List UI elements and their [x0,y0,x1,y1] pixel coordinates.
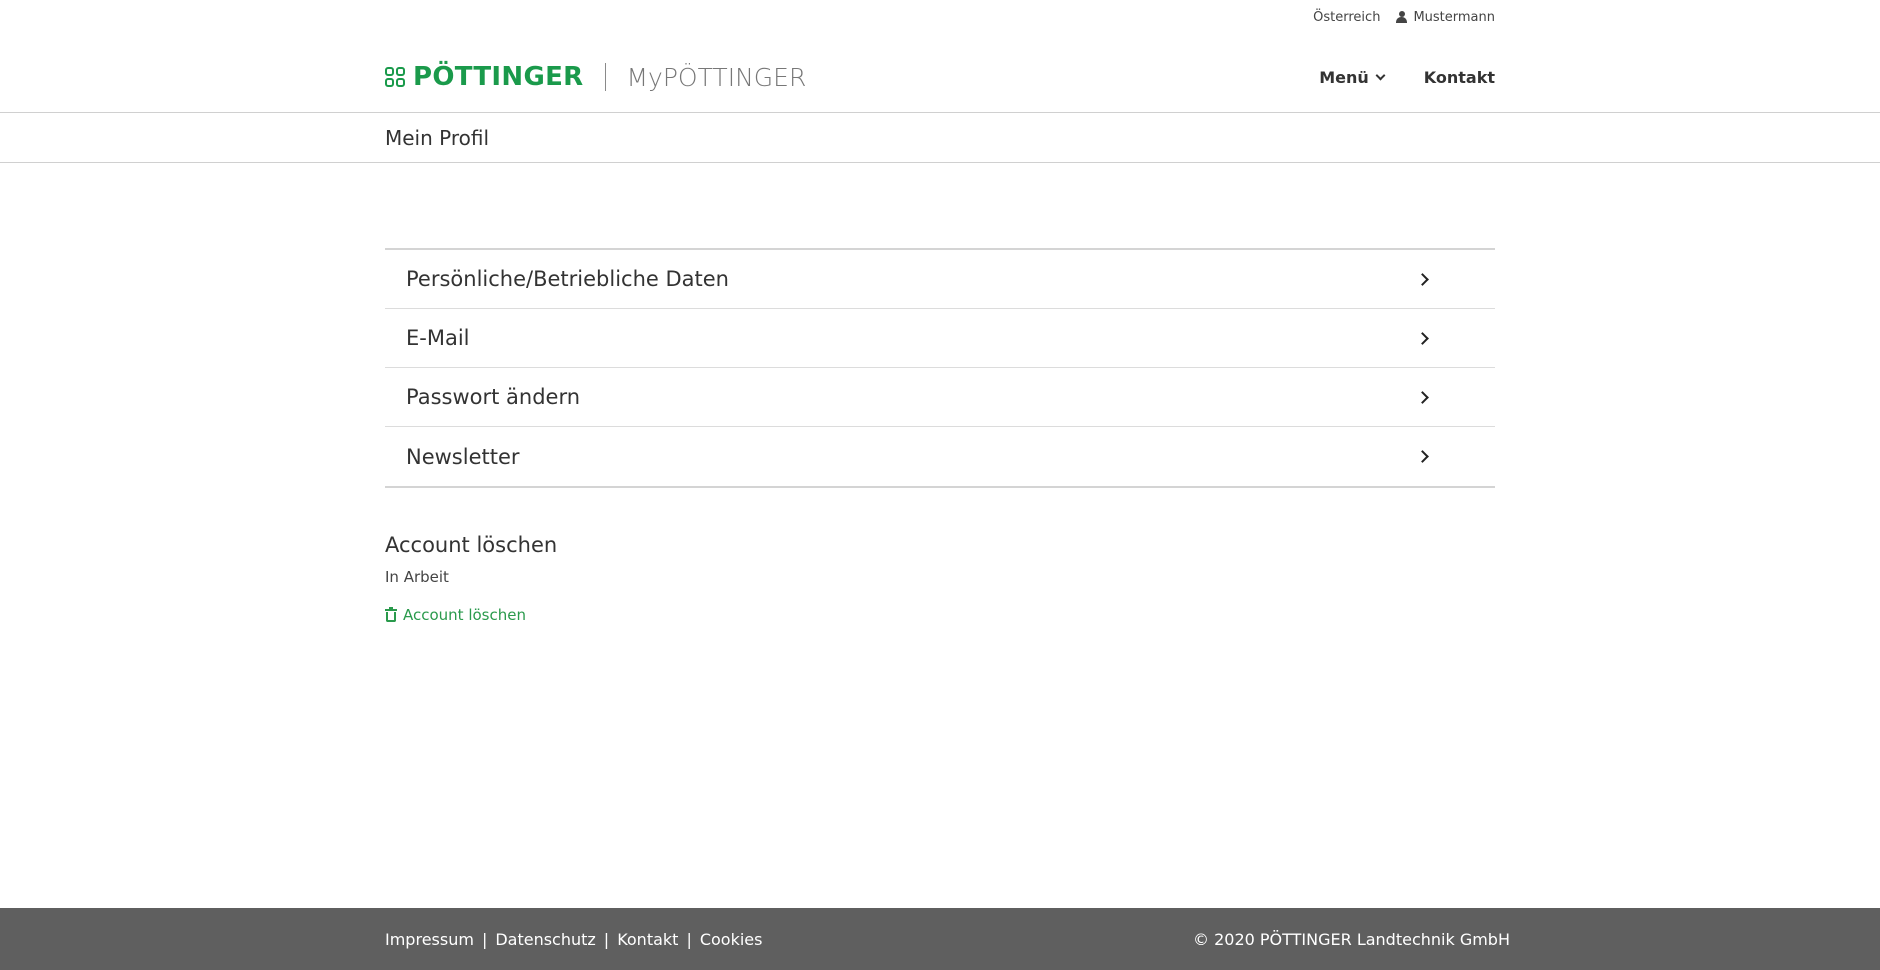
country-label: Österreich [1313,9,1381,25]
site-header: PÖTTINGER MyPÖTTINGER Menü Kontakt [385,46,1495,108]
footer-link-datenschutz[interactable]: Datenschutz [495,930,595,949]
site-footer: Impressum | Datenschutz | Kontakt | Cook… [0,908,1880,970]
delete-account-heading: Account löschen [385,533,558,557]
chevron-right-icon [1416,450,1429,463]
header-divider [0,112,1880,113]
menu-label: Menü [1319,67,1369,87]
list-item-label: E-Mail [406,326,470,350]
delete-account-link[interactable]: Account löschen [385,606,526,624]
list-item-label: Persönliche/Betriebliche Daten [406,267,729,291]
footer-link-kontakt[interactable]: Kontakt [617,930,678,949]
list-item-change-password[interactable]: Passwort ändern [385,368,1495,427]
user-name: Mustermann [1413,9,1495,25]
brand-subtitle: MyPÖTTINGER [626,62,807,92]
pottinger-logo-icon [385,67,405,87]
brand-divider [605,63,607,91]
chevron-right-icon [1416,272,1429,286]
footer-separator: | [686,929,692,949]
country-selector[interactable]: Österreich [1313,10,1380,25]
list-item-label: Passwort ändern [406,385,581,409]
contact-link[interactable]: Kontakt [1424,68,1495,87]
trash-icon [385,607,397,622]
chevron-right-icon [1416,331,1429,345]
list-item-label: Newsletter [406,444,520,469]
user-account-link[interactable]: Mustermann [1396,10,1495,25]
page-title: Mein Profil [385,126,490,150]
footer-link-cookies[interactable]: Cookies [700,930,763,949]
user-icon [1396,11,1408,23]
title-divider [0,162,1880,163]
list-item-personal-data[interactable]: Persönliche/Betriebliche Daten [385,250,1495,309]
footer-links: Impressum | Datenschutz | Kontakt | Cook… [385,930,762,949]
brand-logo-text: PÖTTINGER [413,62,584,92]
footer-link-impressum[interactable]: Impressum [385,930,474,949]
contact-label: Kontakt [1423,67,1495,87]
list-item-email[interactable]: E-Mail [385,309,1495,368]
main-nav: Menü Kontakt [1319,68,1495,87]
brand-logo-link[interactable]: PÖTTINGER MyPÖTTINGER [385,62,806,92]
delete-account-link-label: Account löschen [403,606,526,624]
footer-separator: | [603,929,610,949]
menu-dropdown[interactable]: Menü [1319,67,1386,87]
profile-settings-list: Persönliche/Betriebliche Daten E-Mail Pa… [385,248,1495,488]
top-meta-bar: Österreich Mustermann [385,0,1495,34]
chevron-down-icon [1375,70,1386,80]
list-item-newsletter[interactable]: Newsletter [385,427,1495,486]
delete-account-status: In Arbeit [385,568,449,586]
footer-copyright: © 2020 PÖTTINGER Landtechnik GmbH [1193,929,1510,949]
footer-separator: | [481,929,488,949]
chevron-right-icon [1416,390,1429,404]
